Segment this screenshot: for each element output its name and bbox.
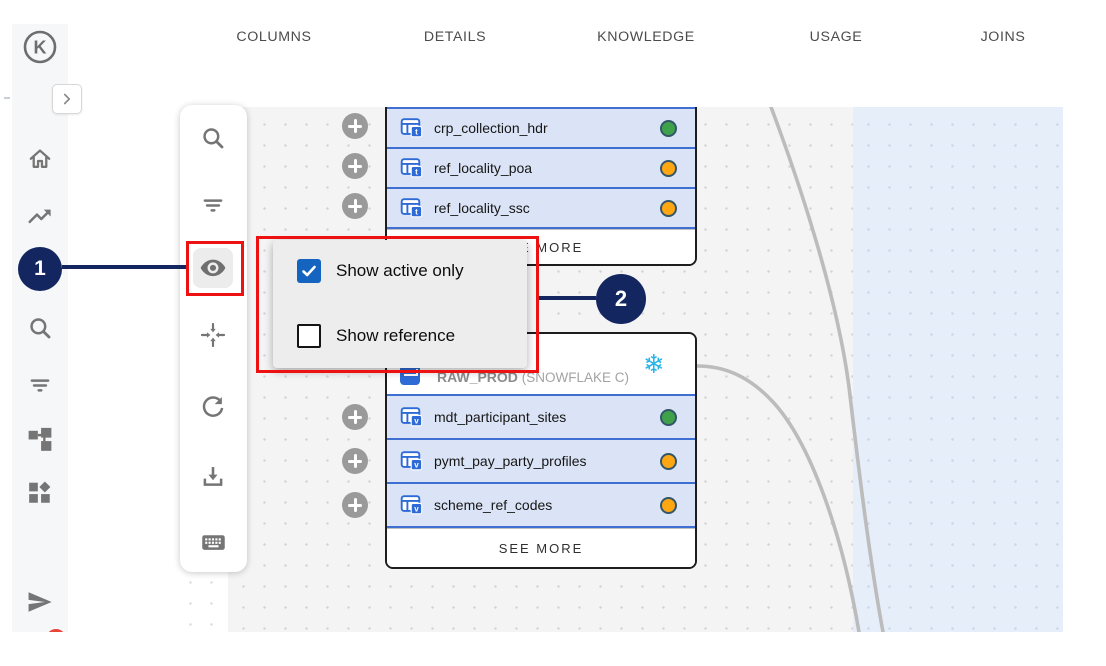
table-type-badge: v [414,460,419,469]
status-dot [660,120,677,137]
add-node-button[interactable] [342,193,368,219]
menu-item-show-active-only[interactable]: Show active only [297,259,464,283]
table-type-badge: t [415,207,418,216]
table-name: ref_locality_poa [434,160,532,176]
tab-usage[interactable]: USAGE [810,29,863,45]
add-node-button[interactable] [342,492,368,518]
tab-joins[interactable]: JOINS [981,29,1026,45]
eye-icon [199,254,227,282]
canvas-dots-strip [180,572,228,632]
snowflake-icon: ❄ [643,350,665,380]
see-more-button[interactable]: SEE MORE [387,528,695,567]
checkbox-show-active-only[interactable] [297,259,321,283]
search-icon [200,125,226,151]
chevron-right-icon [58,90,76,108]
search-icon[interactable] [26,314,54,342]
table-icon: t [400,158,423,178]
status-dot [660,200,677,217]
table-type-badge: t [415,167,418,176]
table-type-badge: v [414,504,419,513]
callout-line-2 [539,296,596,300]
app-sidebar: K [12,24,68,632]
schema-title: RAW_PROD (SNOWFLAKE C) [437,369,629,385]
table-icon: v [400,451,423,471]
lineage-edge [697,366,859,632]
status-dot [660,160,677,177]
download-icon [200,464,226,490]
canvas-toolbar [180,105,247,572]
toolbar-filter-button[interactable] [193,185,233,225]
schema-source: (SNOWFLAKE C) [522,370,629,385]
menu-item-label: Show active only [336,261,464,281]
trending-up-icon[interactable] [26,203,54,231]
add-node-button[interactable] [342,113,368,139]
home-icon[interactable] [26,145,54,173]
toolbar-keyboard-button[interactable] [193,522,233,562]
schema-name: RAW_PROD [437,369,518,385]
filter-icon [200,192,226,218]
table-icon: t [400,118,423,138]
schema-icon [400,365,420,385]
table-icon: t [400,198,423,218]
table-type-badge: v [414,416,419,425]
status-dot [660,497,677,514]
callout-line-1 [62,265,186,269]
tree-icon[interactable] [26,426,54,454]
dashboard-icon[interactable] [26,479,54,507]
visibility-menu: Show active only Show reference [273,240,527,368]
checkbox-show-reference[interactable] [297,324,321,348]
table-icon: v [400,495,423,515]
add-node-button[interactable] [342,448,368,474]
toolbar-fit-view-button[interactable] [193,315,233,355]
keyboard-icon [200,529,227,556]
fit-view-icon [200,322,226,348]
table-row[interactable]: v pymt_pay_party_profiles [387,440,695,484]
tab-knowledge[interactable]: KNOWLEDGE [597,29,695,45]
lineage-edge [771,107,883,632]
filter-icon[interactable] [26,371,54,399]
send-icon[interactable] [26,588,54,616]
status-dot [660,453,677,470]
notification-arc [46,629,66,632]
table-name: mdt_participant_sites [434,409,566,425]
toolbar-visibility-button[interactable] [193,248,233,288]
add-node-button[interactable] [342,404,368,430]
table-name: scheme_ref_codes [434,497,552,513]
toolbar-refresh-button[interactable] [193,388,233,428]
menu-item-label: Show reference [336,326,455,346]
table-row[interactable]: t crp_collection_hdr [387,107,695,149]
callout-badge-2: 2 [596,274,646,324]
expand-sidebar-button[interactable] [52,84,82,114]
table-name: pymt_pay_party_profiles [434,453,587,469]
callout-badge-1: 1 [18,247,62,291]
toolbar-search-button[interactable] [193,118,233,158]
refresh-icon [200,395,226,421]
table-row[interactable]: v scheme_ref_codes [387,484,695,528]
status-dot [660,409,677,426]
check-icon [301,263,317,279]
toolbar-download-button[interactable] [193,457,233,497]
table-type-badge: t [415,127,418,136]
add-node-button[interactable] [342,153,368,179]
table-row[interactable]: t ref_locality_ssc [387,189,695,229]
table-icon: v [400,407,423,427]
table-name: ref_locality_ssc [434,200,530,216]
tab-columns[interactable]: COLUMNS [236,29,311,45]
menu-item-show-reference[interactable]: Show reference [297,324,455,348]
table-row[interactable]: t ref_locality_poa [387,149,695,189]
tab-details[interactable]: DETAILS [424,29,486,45]
app-logo[interactable]: K [22,29,58,65]
logo-letter: K [34,38,47,58]
table-row[interactable]: v mdt_participant_sites [387,396,695,440]
table-name: crp_collection_hdr [434,120,548,136]
